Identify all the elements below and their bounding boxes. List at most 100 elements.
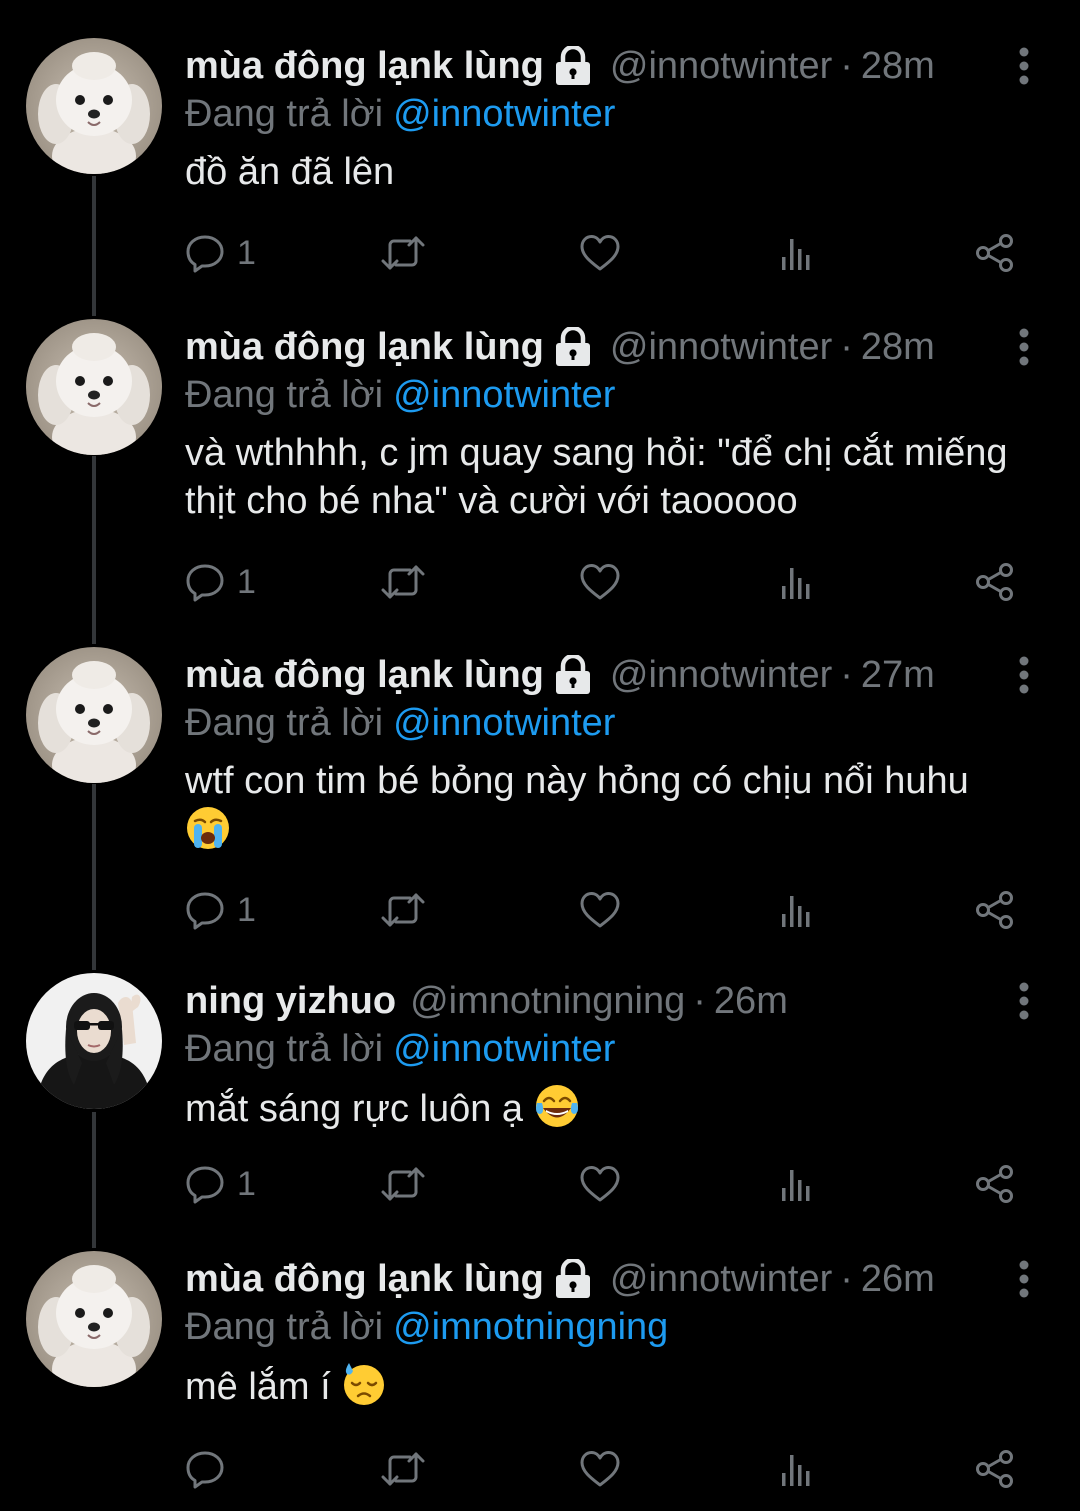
retweet-icon	[380, 233, 426, 273]
more-options-icon[interactable]	[1010, 981, 1038, 1021]
view-stats-button[interactable]	[779, 1444, 815, 1494]
reply-mention-link[interactable]: @innotwinter	[393, 374, 615, 416]
retweet-button[interactable]	[380, 885, 426, 935]
reply-icon	[185, 562, 225, 602]
bar-chart-icon	[779, 1449, 815, 1489]
reply-button[interactable]: 1	[185, 1159, 256, 1209]
replying-to-label: Đang trả lời	[185, 1306, 384, 1348]
display-name[interactable]: mùa đông lạnk lùng	[185, 42, 544, 90]
heart-icon	[579, 1449, 621, 1489]
reply-mention-link[interactable]: @innotwinter	[393, 93, 615, 135]
tweet-actions: 1	[185, 1159, 1025, 1209]
tweet-actions: 1	[185, 557, 1025, 607]
retweet-button[interactable]	[380, 228, 426, 278]
separator-dot: ·	[840, 45, 853, 87]
reply-icon	[185, 1164, 225, 1204]
tweet[interactable]: mùa đông lạnk lùng @innotwinter · 27m Đang t…	[0, 647, 1080, 941]
reply-button[interactable]	[185, 1444, 237, 1494]
timestamp[interactable]: 28m	[861, 42, 935, 90]
username-handle[interactable]: @imnotningning	[410, 977, 685, 1025]
username-handle[interactable]: @innotwinter	[610, 323, 832, 371]
lock-icon	[550, 327, 596, 367]
separator-dot: ·	[840, 654, 853, 696]
retweet-icon	[380, 1164, 426, 1204]
timestamp[interactable]: 28m	[861, 323, 935, 371]
share-icon	[974, 562, 1016, 602]
display-name[interactable]: ning yizhuo	[185, 977, 396, 1025]
more-options-icon[interactable]	[1010, 655, 1038, 695]
avatar[interactable]	[26, 647, 162, 783]
more-options-icon[interactable]	[1010, 327, 1038, 367]
retweet-button[interactable]	[380, 1444, 426, 1494]
thread-timeline: mùa đông lạnk lùng @innotwinter · 28m Đang t…	[0, 0, 1080, 1511]
reply-count: 1	[237, 562, 256, 601]
reply-icon	[185, 890, 225, 930]
view-stats-button[interactable]	[779, 557, 815, 607]
crying-face-emoji-icon	[185, 805, 231, 851]
replying-to-label: Đang trả lời	[185, 702, 384, 744]
share-button[interactable]	[974, 1444, 1016, 1494]
timestamp[interactable]: 26m	[861, 1255, 935, 1303]
replying-to-label: Đang trả lời	[185, 93, 384, 135]
tweet-text-content: và wthhhh, c jm quay sang hỏi: "để chị c…	[185, 432, 1008, 522]
like-button[interactable]	[579, 885, 621, 935]
share-icon	[974, 890, 1016, 930]
tweet-actions: 1	[185, 228, 1025, 278]
reply-mention-link[interactable]: @innotwinter	[393, 1028, 615, 1070]
share-button[interactable]	[974, 1159, 1016, 1209]
tweet-text-content: mê lắm í	[185, 1366, 331, 1408]
reply-mention-link[interactable]: @imnotningning	[393, 1306, 668, 1348]
more-options-icon[interactable]	[1010, 1259, 1038, 1299]
downcast-sweat-emoji-icon	[341, 1361, 387, 1407]
avatar[interactable]	[26, 38, 162, 174]
tweet-actions: 1	[185, 885, 1025, 935]
like-button[interactable]	[579, 557, 621, 607]
bar-chart-icon	[779, 890, 815, 930]
reply-icon	[185, 1449, 225, 1489]
tweet-header: mùa đông lạnk lùng @innotwinter · 26m	[185, 1255, 935, 1303]
share-button[interactable]	[974, 557, 1016, 607]
view-stats-button[interactable]	[779, 1159, 815, 1209]
view-stats-button[interactable]	[779, 228, 815, 278]
tears-of-joy-emoji-icon	[534, 1083, 580, 1129]
timestamp[interactable]: 26m	[714, 977, 788, 1025]
like-button[interactable]	[579, 1159, 621, 1209]
avatar[interactable]	[26, 1251, 162, 1387]
share-icon	[974, 1164, 1016, 1204]
separator-dot: ·	[840, 326, 853, 368]
retweet-button[interactable]	[380, 557, 426, 607]
tweet-text: và wthhhh, c jm quay sang hỏi: "để chị c…	[185, 429, 1045, 525]
display-name[interactable]: mùa đông lạnk lùng	[185, 1255, 544, 1303]
username-handle[interactable]: @innotwinter	[610, 42, 832, 90]
reply-count: 1	[237, 233, 256, 272]
tweet[interactable]: mùa đông lạnk lùng @innotwinter · 28m Đang t…	[0, 38, 1080, 284]
reply-mention-link[interactable]: @innotwinter	[393, 702, 615, 744]
replying-to-label: Đang trả lời	[185, 1028, 384, 1070]
heart-icon	[579, 890, 621, 930]
username-handle[interactable]: @innotwinter	[610, 1255, 832, 1303]
view-stats-button[interactable]	[779, 885, 815, 935]
reply-button[interactable]: 1	[185, 228, 256, 278]
like-button[interactable]	[579, 1444, 621, 1494]
retweet-button[interactable]	[380, 1159, 426, 1209]
avatar[interactable]	[26, 973, 162, 1109]
heart-icon	[579, 233, 621, 273]
like-button[interactable]	[579, 228, 621, 278]
username-handle[interactable]: @innotwinter	[610, 651, 832, 699]
tweet-text-content: wtf con tim bé bỏng này hỏng có chịu nổi…	[185, 760, 969, 802]
share-button[interactable]	[974, 885, 1016, 935]
display-name[interactable]: mùa đông lạnk lùng	[185, 323, 544, 371]
avatar[interactable]	[26, 319, 162, 455]
tweet[interactable]: ning yizhuo @imnotningning · 26m Đang trả lờ…	[0, 973, 1080, 1215]
reply-button[interactable]: 1	[185, 885, 256, 935]
tweet[interactable]: mùa đông lạnk lùng @innotwinter · 26m Đang t…	[0, 1251, 1080, 1500]
reply-button[interactable]: 1	[185, 557, 256, 607]
more-options-icon[interactable]	[1010, 46, 1038, 86]
tweet[interactable]: mùa đông lạnk lùng @innotwinter · 28m Đang t…	[0, 319, 1080, 613]
display-name[interactable]: mùa đông lạnk lùng	[185, 651, 544, 699]
timestamp[interactable]: 27m	[861, 651, 935, 699]
share-button[interactable]	[974, 228, 1016, 278]
replying-to: Đang trả lời @imnotningning	[185, 1303, 668, 1351]
tweet-text: wtf con tim bé bỏng này hỏng có chịu nổi…	[185, 757, 1045, 855]
retweet-icon	[380, 890, 426, 930]
